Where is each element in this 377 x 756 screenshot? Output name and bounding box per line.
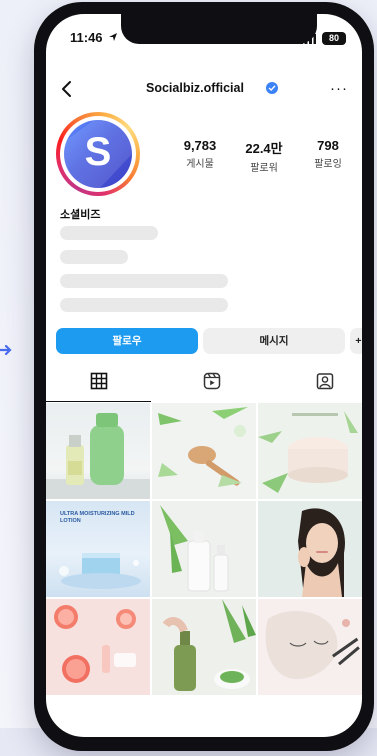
profile-header: Socialbiz.official ···: [46, 78, 362, 102]
bio-placeholder-line: [60, 298, 228, 312]
status-time: 11:46: [70, 30, 103, 45]
posts-grid: ULTRA MOISTURIZING MILD LOTION: [46, 403, 362, 695]
verified-badge-icon: [266, 82, 278, 94]
post-image-green-bottles: [46, 413, 150, 499]
post-tile[interactable]: [46, 403, 150, 499]
stat-posts-label: 게시물: [186, 159, 214, 170]
stat-following[interactable]: 798 팔로잉: [298, 138, 358, 170]
post-image-white-bottles: [160, 505, 229, 592]
avatar-letter: S: [84, 130, 112, 174]
post-image-aloe-spoon: [158, 407, 248, 487]
message-button[interactable]: 메시지: [203, 328, 345, 354]
post-image-woman-portrait: [298, 508, 345, 597]
suggest-people-button[interactable]: +👤: [350, 328, 362, 354]
notch: [121, 14, 317, 44]
post-caption-text: ULTRA MOISTURIZING MILD LOTION: [60, 511, 135, 524]
phone-screen: 11:46 80 Socialbiz.official ··· S 9,783 …: [46, 14, 362, 737]
profile-display-name: 소셜비즈: [60, 209, 101, 221]
grid-icon: [90, 372, 108, 390]
post-tile[interactable]: [258, 403, 362, 499]
post-tile[interactable]: ULTRA MOISTURIZING MILD LOTION: [46, 501, 150, 597]
tab-tagged[interactable]: [272, 368, 362, 402]
post-image-sheet-mask: [265, 611, 360, 680]
post-image-pump-bottle: [162, 599, 256, 691]
phone-frame: 11:46 80 Socialbiz.official ··· S 9,783 …: [34, 2, 374, 751]
bio-placeholder-line: [60, 274, 228, 288]
more-options-icon[interactable]: ···: [330, 80, 348, 97]
avatar: S: [64, 120, 132, 188]
bio-placeholder-line: [60, 226, 158, 240]
arrow-right-icon: [0, 344, 12, 356]
post-image-cream-jar: [258, 411, 358, 493]
tab-reels[interactable]: [159, 368, 264, 402]
stat-followers[interactable]: 22.4만 팔로워: [234, 138, 294, 174]
back-chevron-icon[interactable]: [60, 80, 74, 98]
reels-icon: [203, 372, 221, 390]
post-tile[interactable]: [46, 599, 150, 695]
post-tile[interactable]: [152, 501, 256, 597]
post-image-grapefruit: [54, 605, 136, 683]
stat-followers-label: 팔로워: [250, 163, 278, 174]
tagged-icon: [316, 373, 334, 390]
post-tile[interactable]: [152, 599, 256, 695]
stat-posts-value: 9,783: [183, 138, 217, 153]
tab-posts-grid[interactable]: [46, 368, 151, 402]
battery-indicator: 80: [322, 32, 346, 45]
location-arrow-icon: [109, 33, 117, 41]
follow-button[interactable]: 팔로우: [56, 328, 198, 354]
post-tile[interactable]: [152, 403, 256, 499]
stat-following-value: 798: [317, 138, 339, 153]
content-tabs: [46, 368, 362, 402]
profile-username: Socialbiz.official: [146, 81, 244, 95]
avatar-story-ring[interactable]: S: [56, 112, 140, 196]
bio-placeholder-line: [60, 250, 128, 264]
stat-following-label: 팔로잉: [314, 159, 342, 170]
stat-followers-value: 22.4만: [245, 141, 283, 156]
stat-posts[interactable]: 9,783 게시물: [170, 138, 230, 170]
post-tile[interactable]: [258, 599, 362, 695]
post-tile[interactable]: [258, 501, 362, 597]
